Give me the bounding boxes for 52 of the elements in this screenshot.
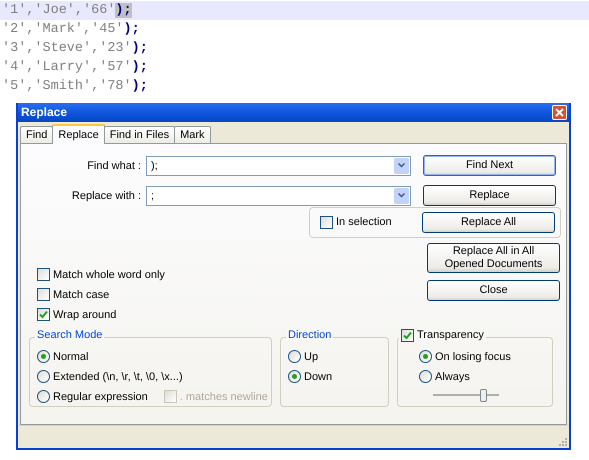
checkbox[interactable] — [37, 268, 50, 282]
tab[interactable]: Mark — [174, 126, 211, 144]
radio-label: On losing focus — [435, 350, 511, 363]
radio-label: Down — [304, 370, 332, 383]
dialog-button[interactable]: Close — [427, 280, 560, 301]
code-line: '5','Smith','78'); — [1, 78, 149, 96]
field-label: Find what : — [86, 160, 142, 172]
dropdown-icon[interactable] — [394, 188, 409, 204]
checkbox-label: Wrap around — [53, 308, 116, 321]
radio-label: Regular expression — [53, 390, 148, 403]
resize-grip-icon[interactable] — [557, 436, 567, 446]
window-title: Replace — [21, 105, 68, 120]
checkbox-label: Match case — [53, 288, 110, 301]
checkbox-label: In selection — [336, 216, 392, 228]
checkbox[interactable] — [401, 328, 414, 342]
code-line: '3','Steve','23'); — [1, 40, 149, 58]
group-title: Direction — [286, 328, 334, 341]
checkbox-label: Transparency — [417, 329, 484, 342]
checkbox[interactable] — [320, 216, 333, 229]
radio-button[interactable] — [419, 350, 432, 364]
checkmark-icon — [403, 330, 412, 340]
close-icon[interactable] — [552, 104, 567, 120]
code-line: '4','Larry','57'); — [1, 59, 149, 77]
radio-button[interactable] — [288, 350, 301, 364]
tab[interactable]: Find in Files — [104, 126, 176, 144]
radio-label: Up — [304, 350, 318, 363]
checkbox-label: . matches newline — [180, 390, 268, 403]
tab[interactable]: Find — [20, 126, 54, 144]
checkbox[interactable] — [37, 308, 50, 322]
radio-button[interactable] — [37, 350, 50, 364]
dialog-button[interactable]: Replace All in All Opened Documents — [427, 242, 560, 273]
tab[interactable]: Replace — [52, 124, 105, 144]
radio-label: Extended (\n, \r, \t, \0, \x...) — [53, 370, 183, 383]
checkbox[interactable] — [37, 288, 50, 302]
combo-field[interactable]: ; — [146, 186, 411, 206]
field-label: Replace with : — [70, 190, 142, 202]
radio-label: Always — [435, 370, 470, 383]
group-title: Search Mode — [35, 328, 104, 341]
dialog-button[interactable]: Replace All — [422, 212, 555, 233]
slider-thumb[interactable] — [480, 388, 486, 402]
radio-label: Normal — [53, 350, 88, 363]
combo-field[interactable]: ); — [146, 156, 411, 176]
radio-button[interactable] — [37, 370, 50, 384]
dialog-button[interactable]: Replace — [423, 185, 556, 206]
radio-button[interactable] — [419, 370, 432, 384]
checkmark-icon — [39, 310, 48, 320]
dropdown-icon[interactable] — [394, 158, 409, 174]
code-line: '2','Mark','45'); — [1, 21, 141, 39]
checkbox-label: Match whole word only — [53, 268, 165, 281]
radio-button[interactable] — [37, 390, 50, 404]
dialog-button[interactable]: Find Next — [423, 155, 556, 176]
radio-button[interactable] — [288, 370, 301, 384]
